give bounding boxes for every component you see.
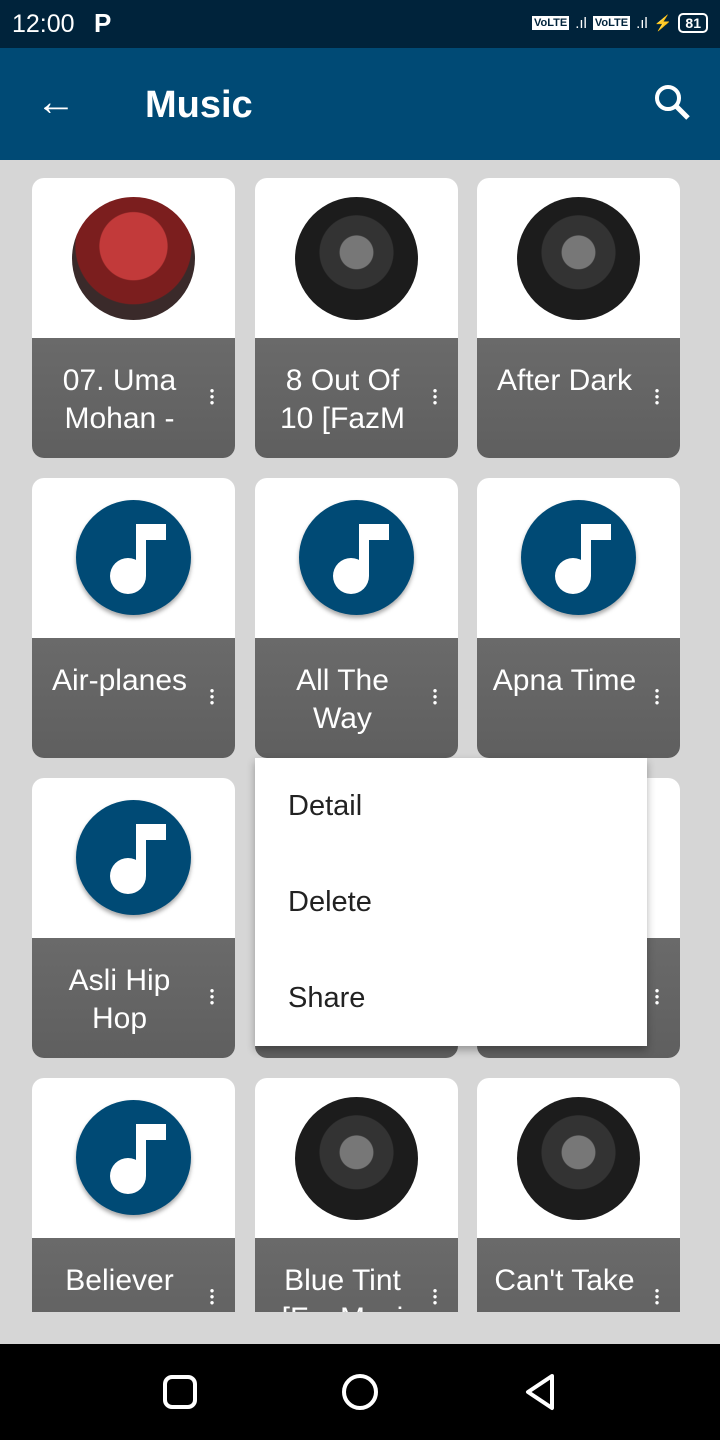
menu-item-detail[interactable]: Detail (255, 758, 647, 854)
song-title: All The Way (296, 664, 389, 735)
song-card[interactable]: After Dark ● ● ● (477, 178, 680, 458)
more-options-icon[interactable]: ●●● (432, 687, 438, 707)
more-options-icon[interactable]: ●●● (654, 987, 660, 1007)
volte-icon: VoLTE (592, 16, 631, 30)
song-card[interactable]: Apna Time ● ● ● (477, 478, 680, 758)
song-label: After Dark ● ● ● (477, 338, 680, 458)
app-bar: ← Music (0, 48, 720, 160)
music-note-icon (76, 1100, 191, 1215)
more-options-icon[interactable]: ●●● (654, 687, 660, 707)
song-label: Apna Time ● ● ● (477, 638, 680, 758)
menu-item-share[interactable]: Share (255, 950, 647, 1046)
navigation-bar (0, 1344, 720, 1440)
song-label: Can't Take ● ● ● (477, 1238, 680, 1312)
signal-icon: .ıl (636, 14, 648, 32)
song-card[interactable]: Air-planes ● ● ● (32, 478, 235, 758)
song-grid: 07. Uma Mohan - ● ● ● 8 Out Of 10 [FazM ● ● ● Af… (0, 160, 720, 1312)
song-card[interactable]: 07. Uma Mohan - ● ● ● (32, 178, 235, 458)
song-card[interactable]: Can't Take ● ● ● (477, 1078, 680, 1312)
context-menu: Detail Delete Share (255, 758, 647, 1046)
song-label: Asli Hip Hop ● ● ● (32, 938, 235, 1058)
more-options-icon[interactable]: ●●● (209, 387, 215, 407)
song-title: Asli Hip Hop (68, 964, 171, 1035)
recents-icon[interactable] (162, 1374, 198, 1410)
song-title: Air-planes (51, 664, 188, 697)
notification-icon: P (94, 8, 112, 38)
menu-item-delete[interactable]: Delete (255, 854, 647, 950)
album-art (517, 1097, 640, 1220)
charging-icon: ⚡ (653, 15, 673, 32)
more-options-icon[interactable]: ●●● (209, 987, 215, 1007)
page-title: Music (145, 84, 253, 126)
song-label: 07. Uma Mohan - ● ● ● (32, 338, 235, 458)
album-art (295, 197, 418, 320)
song-label: 8 Out Of 10 [FazM ● ● ● (255, 338, 458, 458)
more-options-icon[interactable]: ●●● (432, 1287, 438, 1307)
song-card[interactable]: 8 Out Of 10 [FazM ● ● ● (255, 178, 458, 458)
more-options-icon[interactable]: ●●● (209, 687, 215, 707)
album-art (295, 1097, 418, 1220)
more-options-icon[interactable]: ●●● (654, 1287, 660, 1307)
song-card[interactable]: Believer ● ● ● (32, 1078, 235, 1312)
status-bar: 12:00 P VoLTE .ıl VoLTE .ıl ⚡ 81 (0, 0, 720, 48)
song-title: 07. Uma Mohan - (62, 364, 177, 435)
song-label: Believer ● ● ● (32, 1238, 235, 1312)
song-card[interactable]: All The Way ● ● ● (255, 478, 458, 758)
signal-icon: .ıl (575, 14, 587, 32)
song-card[interactable]: Asli Hip Hop ● ● ● (32, 778, 235, 1058)
song-card[interactable]: Blue Tint [FazMusi ●●● (255, 1078, 458, 1312)
song-title: Believer (65, 1264, 174, 1297)
back-icon[interactable] (522, 1372, 558, 1412)
home-icon[interactable] (340, 1372, 380, 1412)
more-options-icon[interactable]: ●●● (209, 1287, 215, 1307)
album-art (517, 197, 640, 320)
song-title: Blue Tint [FazMusi (282, 1264, 404, 1312)
battery-icon: 81 (678, 13, 708, 33)
music-note-icon (521, 500, 636, 615)
song-label: All The Way ● ● ● (255, 638, 458, 758)
back-arrow-icon[interactable]: ← (36, 82, 76, 122)
music-note-icon (299, 500, 414, 615)
song-title: 8 Out Of 10 [FazM (279, 364, 406, 435)
song-title: Apna Time (492, 664, 637, 697)
more-options-icon[interactable]: ●●● (432, 387, 438, 407)
volte-icon: VoLTE (531, 16, 570, 30)
song-title: Can't Take (494, 1264, 635, 1297)
album-art (72, 197, 195, 320)
song-label: Blue Tint [FazMusi ●●● (255, 1238, 458, 1312)
clock: 12:00 (12, 10, 75, 38)
song-title: After Dark (496, 364, 633, 397)
song-label: Air-planes ● ● ● (32, 638, 235, 758)
music-note-icon (76, 500, 191, 615)
more-options-icon[interactable]: ●●● (654, 387, 660, 407)
search-icon[interactable] (652, 82, 692, 122)
music-note-icon (76, 800, 191, 915)
